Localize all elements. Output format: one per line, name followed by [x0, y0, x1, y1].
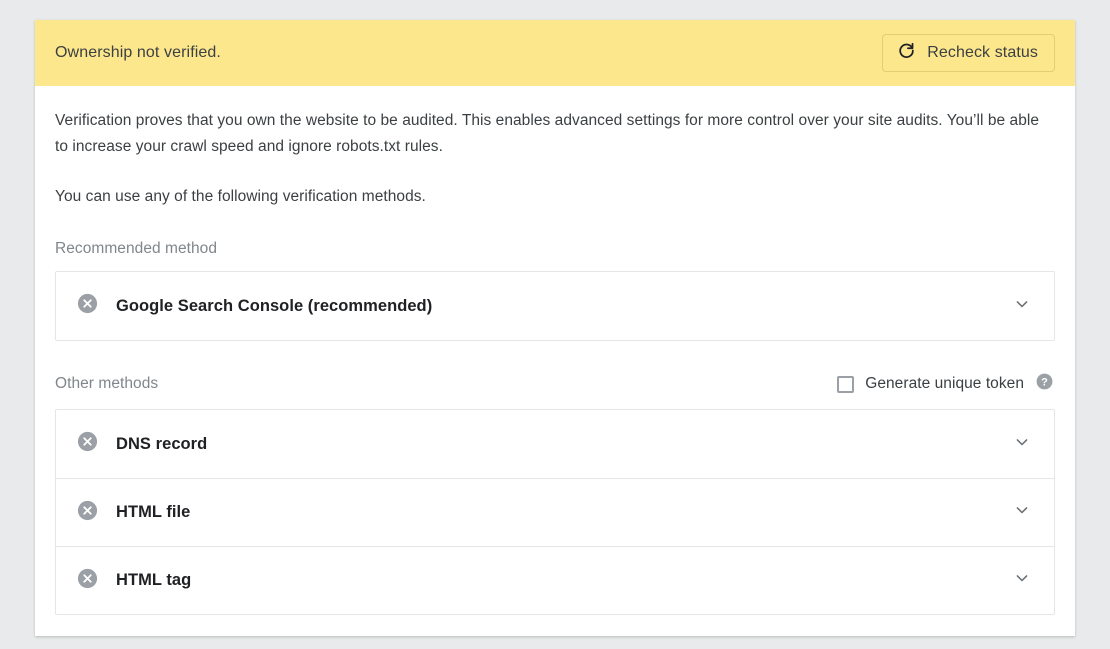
refresh-icon: [897, 41, 916, 65]
generate-unique-token-checkbox[interactable]: [837, 375, 855, 393]
chevron-down-icon[interactable]: [1012, 568, 1032, 593]
method-label: DNS record: [116, 434, 208, 453]
generate-unique-token-label: Generate unique token: [865, 375, 1024, 392]
recheck-status-label: Recheck status: [927, 44, 1038, 61]
method-row-google-search-console[interactable]: Google Search Console (recommended): [56, 272, 1054, 340]
other-methods-header: Other methods Generate unique token ?: [55, 372, 1055, 396]
x-circle-icon: [76, 292, 99, 320]
method-row-dns-record[interactable]: DNS record: [56, 410, 1054, 478]
chevron-down-icon[interactable]: [1012, 294, 1032, 319]
recommended-method-label: Recommended method: [55, 240, 218, 257]
other-methods-list: DNS record HTML file HTML tag: [55, 409, 1055, 615]
ownership-status-banner: Ownership not verified. Recheck status: [35, 20, 1075, 86]
x-circle-icon: [76, 499, 99, 527]
verification-methods-intro: You can use any of the following verific…: [55, 188, 426, 205]
other-methods-label: Other methods: [55, 375, 159, 392]
verification-body: Verification proves that you own the web…: [35, 86, 1075, 615]
verification-description: Verification proves that you own the web…: [55, 112, 1040, 155]
recheck-status-button[interactable]: Recheck status: [882, 34, 1055, 72]
x-circle-icon: [76, 430, 99, 458]
method-row-html-file[interactable]: HTML file: [56, 478, 1054, 546]
help-circle-icon[interactable]: ?: [1035, 372, 1054, 396]
chevron-down-icon[interactable]: [1012, 500, 1032, 525]
svg-text:?: ?: [1041, 376, 1048, 388]
method-row-html-tag[interactable]: HTML tag: [56, 546, 1054, 614]
method-label: HTML file: [116, 503, 191, 521]
chevron-down-icon[interactable]: [1012, 432, 1032, 457]
method-label: HTML tag: [116, 571, 192, 589]
generate-unique-token-option: Generate unique token ?: [837, 372, 1054, 396]
verification-card: Ownership not verified. Recheck status V…: [35, 20, 1075, 636]
ownership-status-text: Ownership not verified.: [55, 44, 221, 61]
recommended-methods-list: Google Search Console (recommended): [55, 271, 1055, 341]
x-circle-icon: [76, 567, 99, 595]
method-label: Google Search Console (recommended): [116, 296, 433, 315]
